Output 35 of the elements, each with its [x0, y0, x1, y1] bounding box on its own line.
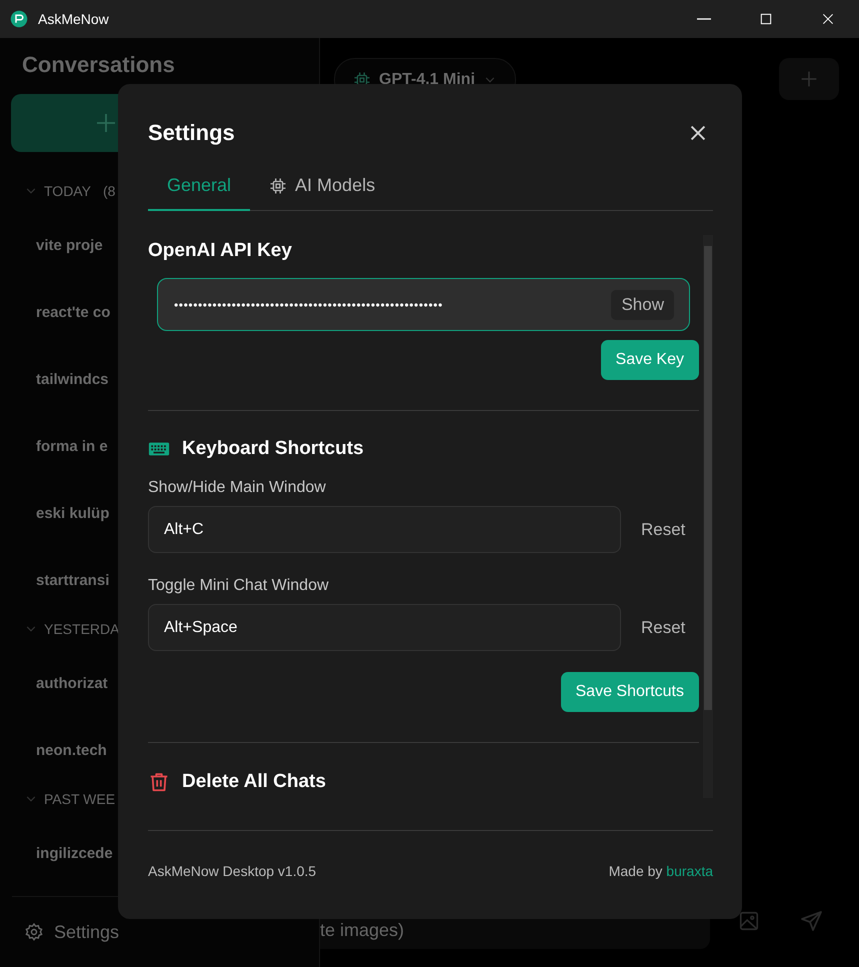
save-key-button[interactable]: Save Key	[600, 340, 699, 380]
conversation-item[interactable]: neon.tech	[36, 742, 107, 760]
group-label: PAST WEE	[44, 791, 116, 807]
shortcut-field[interactable]: Alt+Space	[148, 604, 621, 651]
dialog-title: Settings	[148, 120, 235, 146]
field-label: Show/Hide Main Window	[148, 479, 327, 497]
section-heading: Delete All Chats	[182, 771, 326, 793]
section-heading: Keyboard Shortcuts	[182, 438, 364, 460]
credit-text: Made by buraxta	[608, 863, 713, 879]
sidebar-heading: Conversations	[22, 52, 176, 79]
window-title: AskMeNow	[38, 11, 110, 27]
show-button[interactable]: Show	[611, 290, 674, 320]
reset-button[interactable]: Reset	[641, 520, 686, 540]
version-text: AskMeNow Desktop v1.0.5	[148, 863, 316, 879]
conversation-item[interactable]: authorizat	[36, 675, 108, 693]
conversation-item[interactable]: react'te co	[36, 304, 110, 322]
author-link[interactable]: buraxta	[666, 863, 713, 879]
group-label: TODAY	[44, 183, 91, 199]
group-label: YESTERDA	[44, 621, 120, 637]
save-shortcuts-button[interactable]: Save Shortcuts	[560, 672, 699, 712]
api-key-field[interactable]: •••••••••••••••••••••••••••••••••••••••••••••••••••••••• Show	[157, 278, 690, 331]
conversation-item[interactable]: vite proje	[36, 237, 103, 255]
section-heading: OpenAI API Key	[148, 239, 293, 263]
group-count: (8	[102, 183, 116, 199]
conversation-item[interactable]: ingilizcede	[36, 845, 113, 863]
reset-button[interactable]: Reset	[641, 618, 686, 638]
conversation-item[interactable]: eski kulüp	[36, 505, 110, 523]
tab[interactable]: General	[148, 162, 250, 211]
conversation-item[interactable]: forma in e	[36, 438, 108, 456]
field-label: Toggle Mini Chat Window	[148, 577, 330, 595]
settings-link[interactable]: Settings	[54, 922, 120, 942]
conversation-item[interactable]: starttransi	[36, 572, 110, 590]
shortcut-field[interactable]: Alt+C	[148, 506, 621, 553]
tab[interactable]: AI Models	[250, 162, 394, 211]
conversation-item[interactable]: tailwindcs	[36, 371, 109, 389]
